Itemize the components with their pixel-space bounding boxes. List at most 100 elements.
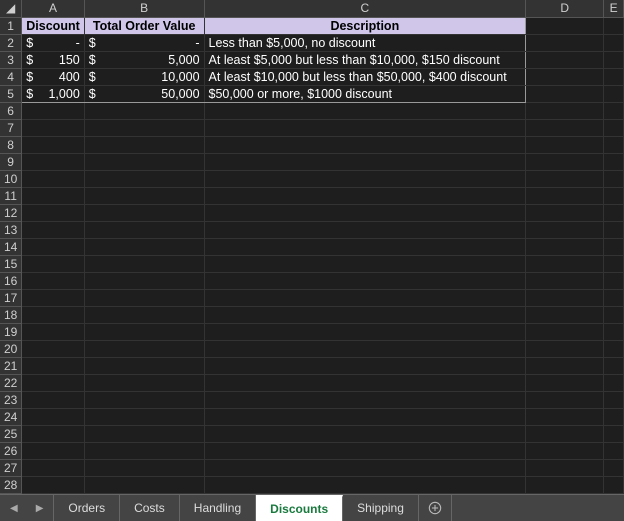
cell-C13[interactable] bbox=[204, 221, 526, 238]
cell-A6[interactable] bbox=[22, 102, 84, 119]
cell-E2[interactable] bbox=[604, 34, 624, 51]
cell-C14[interactable] bbox=[204, 238, 526, 255]
cell-C20[interactable] bbox=[204, 340, 526, 357]
cell-D11[interactable] bbox=[526, 187, 604, 204]
cell-C27[interactable] bbox=[204, 459, 526, 476]
cell-A3[interactable]: $150 bbox=[22, 51, 84, 68]
cell-E13[interactable] bbox=[604, 221, 624, 238]
cell-E19[interactable] bbox=[604, 323, 624, 340]
cell-D6[interactable] bbox=[526, 102, 604, 119]
row-header-21[interactable]: 21 bbox=[0, 357, 22, 374]
row-header-14[interactable]: 14 bbox=[0, 238, 22, 255]
cell-C28[interactable] bbox=[204, 476, 526, 493]
cell-E25[interactable] bbox=[604, 425, 624, 442]
tab-next-icon[interactable]: ▶ bbox=[36, 503, 44, 514]
cell-C25[interactable] bbox=[204, 425, 526, 442]
cell-D17[interactable] bbox=[526, 289, 604, 306]
cell-C5[interactable]: $50,000 or more, $1000 discount bbox=[204, 85, 526, 102]
tab-shipping[interactable]: Shipping bbox=[343, 495, 419, 521]
row-header-6[interactable]: 6 bbox=[0, 102, 22, 119]
cell-D7[interactable] bbox=[526, 119, 604, 136]
cell-A15[interactable] bbox=[22, 255, 84, 272]
cell-B8[interactable] bbox=[84, 136, 204, 153]
cell-A1[interactable]: Discount bbox=[22, 17, 84, 34]
row-header-27[interactable]: 27 bbox=[0, 459, 22, 476]
tab-handling[interactable]: Handling bbox=[180, 495, 256, 521]
cell-C17[interactable] bbox=[204, 289, 526, 306]
row-header-25[interactable]: 25 bbox=[0, 425, 22, 442]
cell-A28[interactable] bbox=[22, 476, 84, 493]
cell-A5[interactable]: $1,000 bbox=[22, 85, 84, 102]
cell-D26[interactable] bbox=[526, 442, 604, 459]
select-all-corner[interactable]: ◢ bbox=[0, 0, 22, 17]
row-header-20[interactable]: 20 bbox=[0, 340, 22, 357]
cell-B12[interactable] bbox=[84, 204, 204, 221]
tab-orders[interactable]: Orders bbox=[54, 495, 120, 521]
row-header-11[interactable]: 11 bbox=[0, 187, 22, 204]
cell-D27[interactable] bbox=[526, 459, 604, 476]
tab-costs[interactable]: Costs bbox=[120, 495, 180, 521]
col-header-B[interactable]: B bbox=[84, 0, 204, 17]
cell-B13[interactable] bbox=[84, 221, 204, 238]
cell-A19[interactable] bbox=[22, 323, 84, 340]
cell-E3[interactable] bbox=[604, 51, 624, 68]
cell-B10[interactable] bbox=[84, 170, 204, 187]
cell-E22[interactable] bbox=[604, 374, 624, 391]
cell-C19[interactable] bbox=[204, 323, 526, 340]
row-header-10[interactable]: 10 bbox=[0, 170, 22, 187]
cell-E15[interactable] bbox=[604, 255, 624, 272]
tab-prev-icon[interactable]: ◀ bbox=[10, 503, 18, 514]
cell-D2[interactable] bbox=[526, 34, 604, 51]
cell-E10[interactable] bbox=[604, 170, 624, 187]
cell-B25[interactable] bbox=[84, 425, 204, 442]
cell-B24[interactable] bbox=[84, 408, 204, 425]
cell-C18[interactable] bbox=[204, 306, 526, 323]
cell-E17[interactable] bbox=[604, 289, 624, 306]
row-header-4[interactable]: 4 bbox=[0, 68, 22, 85]
cell-A12[interactable] bbox=[22, 204, 84, 221]
cell-B26[interactable] bbox=[84, 442, 204, 459]
cell-A22[interactable] bbox=[22, 374, 84, 391]
row-header-12[interactable]: 12 bbox=[0, 204, 22, 221]
cell-E5[interactable] bbox=[604, 85, 624, 102]
cell-C23[interactable] bbox=[204, 391, 526, 408]
cell-E7[interactable] bbox=[604, 119, 624, 136]
cell-E1[interactable] bbox=[604, 17, 624, 34]
row-header-13[interactable]: 13 bbox=[0, 221, 22, 238]
cell-C8[interactable] bbox=[204, 136, 526, 153]
cell-E9[interactable] bbox=[604, 153, 624, 170]
cell-E4[interactable] bbox=[604, 68, 624, 85]
spreadsheet-grid[interactable]: ◢ A B C D E 1 Discount Total Order Value… bbox=[0, 0, 624, 494]
cell-E24[interactable] bbox=[604, 408, 624, 425]
cell-E27[interactable] bbox=[604, 459, 624, 476]
cell-C7[interactable] bbox=[204, 119, 526, 136]
row-header-19[interactable]: 19 bbox=[0, 323, 22, 340]
cell-B20[interactable] bbox=[84, 340, 204, 357]
row-header-5[interactable]: 5 bbox=[0, 85, 22, 102]
tab-discounts[interactable]: Discounts bbox=[256, 495, 343, 521]
col-header-E[interactable]: E bbox=[604, 0, 624, 17]
cell-A14[interactable] bbox=[22, 238, 84, 255]
cell-B19[interactable] bbox=[84, 323, 204, 340]
col-header-A[interactable]: A bbox=[22, 0, 84, 17]
cell-C12[interactable] bbox=[204, 204, 526, 221]
cell-A9[interactable] bbox=[22, 153, 84, 170]
cell-B14[interactable] bbox=[84, 238, 204, 255]
cell-B22[interactable] bbox=[84, 374, 204, 391]
cell-B11[interactable] bbox=[84, 187, 204, 204]
cell-E26[interactable] bbox=[604, 442, 624, 459]
cell-E8[interactable] bbox=[604, 136, 624, 153]
cell-D13[interactable] bbox=[526, 221, 604, 238]
cell-B2[interactable]: $- bbox=[84, 34, 204, 51]
cell-D12[interactable] bbox=[526, 204, 604, 221]
col-header-C[interactable]: C bbox=[204, 0, 526, 17]
cell-E21[interactable] bbox=[604, 357, 624, 374]
cell-E20[interactable] bbox=[604, 340, 624, 357]
cell-A26[interactable] bbox=[22, 442, 84, 459]
cell-A7[interactable] bbox=[22, 119, 84, 136]
cell-B16[interactable] bbox=[84, 272, 204, 289]
cell-D22[interactable] bbox=[526, 374, 604, 391]
new-sheet-button[interactable] bbox=[419, 495, 451, 521]
cell-B18[interactable] bbox=[84, 306, 204, 323]
cell-B9[interactable] bbox=[84, 153, 204, 170]
